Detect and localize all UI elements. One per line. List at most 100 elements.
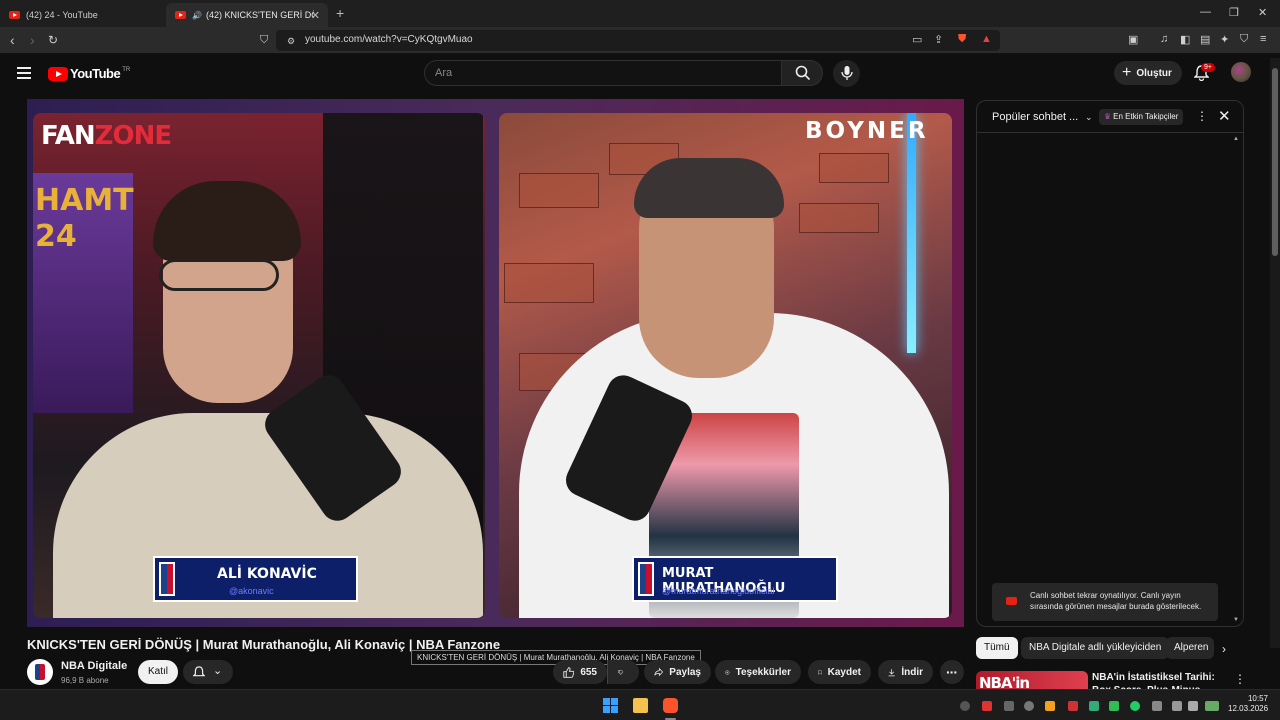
brave-shields-icon[interactable]: ⛊	[958, 33, 966, 46]
fanzone-logo-text: FAN	[41, 121, 96, 151]
download-label: İndir	[901, 666, 923, 678]
chevron-right-icon[interactable]: ›	[1222, 642, 1226, 656]
close-tab-icon[interactable]: ✕	[311, 9, 320, 22]
browser-tab-strip: (42) 24 - YouTube 🔊 (42) KNICKS'TEN GERİ…	[0, 0, 1280, 27]
guest-right-nametag: MURAT MURATHANOĞLU @muratmurathanogluoff…	[632, 556, 838, 602]
cast-icon[interactable]: ▭	[912, 33, 922, 46]
youtube-header: YouTube TR Ara + Oluştur 9+	[0, 55, 1280, 91]
media-icon[interactable]: ♫	[1160, 33, 1168, 45]
channel-avatar[interactable]	[27, 659, 53, 685]
back-icon[interactable]: ‹	[10, 32, 15, 48]
search-input[interactable]: Ara	[424, 60, 782, 86]
members-badge[interactable]: ♛ En Etkin Takipçiler	[1099, 109, 1184, 125]
wallet-icon[interactable]: ▤	[1200, 33, 1210, 46]
site-info-icon[interactable]: ⚙	[287, 36, 295, 47]
browser-tab-2[interactable]: 🔊 (42) KNICKS'TEN GERİ DÖNÜ ✕	[166, 3, 328, 27]
tray-app-icon[interactable]	[960, 701, 970, 711]
chip-all[interactable]: Tümü	[976, 637, 1018, 659]
search-button[interactable]	[781, 60, 823, 86]
more-options-icon[interactable]: ⋮	[1234, 672, 1246, 686]
tray-app-icon[interactable]	[982, 701, 992, 711]
save-button[interactable]: Kaydet	[808, 660, 871, 684]
page-scrollbar-thumb[interactable]	[1272, 68, 1278, 256]
like-button[interactable]: 655	[553, 660, 607, 684]
nba-logo-icon	[159, 562, 175, 596]
sidebar-icon[interactable]: ▣	[1128, 33, 1138, 46]
chip-from-uploader[interactable]: NBA Digitale adlı yükleyiciden	[1021, 637, 1170, 659]
volume-icon[interactable]	[1188, 701, 1198, 711]
guest-left-glasses	[159, 259, 279, 291]
join-button[interactable]: Katıl	[138, 660, 178, 684]
bookmark-icon[interactable]: ⛉	[260, 34, 268, 47]
video-player[interactable]: HAMT 24 ALİ KONAVİC @akonavic MURAT MURA…	[27, 99, 964, 627]
tray-app-icon[interactable]	[1024, 701, 1034, 711]
tab-label: (42) KNICKS'TEN GERİ DÖNÜ	[205, 10, 314, 20]
brick	[819, 153, 889, 183]
chip-alperen[interactable]: Alperen	[1166, 637, 1214, 659]
download-button[interactable]: İndir	[878, 660, 933, 684]
taskbar-clock[interactable]: 10:57 12.03.2026	[1228, 694, 1268, 714]
forward-icon[interactable]: ›	[30, 32, 35, 48]
bookmark-icon	[818, 669, 822, 675]
tray-app-icon[interactable]	[1068, 701, 1078, 711]
new-tab-icon[interactable]: +	[336, 5, 344, 21]
minimize-icon[interactable]: —	[1200, 6, 1211, 18]
thumbs-down-icon	[618, 669, 623, 675]
chevron-down-icon: ⌄	[213, 665, 223, 677]
share-button[interactable]: Paylaş	[644, 660, 711, 684]
menu-icon[interactable]: ≡	[1260, 33, 1266, 45]
url-text[interactable]: youtube.com/watch?v=CyKQtgvMuao	[305, 34, 473, 45]
chat-replay-notice: Canlı sohbet tekrar oynatılıyor. Canlı y…	[992, 583, 1218, 621]
voice-search-button[interactable]	[833, 60, 860, 87]
brave-browser-icon[interactable]	[663, 698, 678, 713]
youtube-icon	[1006, 597, 1017, 605]
hamburger-menu-icon[interactable]	[17, 67, 31, 82]
fanzone-logo-accent: ZONE	[94, 121, 172, 151]
dislike-button[interactable]	[607, 660, 639, 684]
tray-app-icon[interactable]	[1089, 701, 1099, 711]
brick	[504, 263, 594, 303]
more-actions-button[interactable]: ···	[940, 660, 964, 684]
windows-start-icon[interactable]	[603, 698, 618, 713]
vpn-icon[interactable]: ⛉	[1240, 33, 1248, 46]
guest-left-handle: @akonavic	[229, 586, 274, 596]
create-button[interactable]: + Oluştur	[1114, 61, 1182, 85]
microphone-tray-icon[interactable]	[1152, 701, 1162, 711]
download-icon	[888, 668, 895, 676]
more-options-icon[interactable]: ⋮	[1196, 109, 1208, 123]
restore-icon[interactable]: ❐	[1229, 6, 1239, 19]
chat-mode-dropdown[interactable]: Popüler sohbet ...	[992, 111, 1078, 123]
leo-ai-icon[interactable]: ✦	[1220, 33, 1229, 46]
speaker-icon[interactable]: 🔊	[192, 11, 202, 20]
share-icon[interactable]: ⇪	[934, 33, 943, 46]
network-icon[interactable]	[1172, 701, 1182, 711]
panel-icon[interactable]: ◧	[1180, 33, 1190, 46]
battery-icon[interactable]	[1205, 701, 1219, 711]
subscription-notifications-button[interactable]: ⌄	[183, 660, 233, 684]
scroll-down-icon[interactable]: ▼	[1233, 617, 1239, 623]
tray-app-icon[interactable]	[1130, 701, 1140, 711]
guest-right-handle: @muratmurathanogluofficial	[662, 586, 775, 596]
members-badge-label: En Etkin Takipçiler	[1113, 112, 1179, 121]
tray-app-icon[interactable]	[1109, 701, 1119, 711]
account-avatar[interactable]	[1231, 62, 1251, 82]
search-icon	[795, 65, 811, 81]
share-label: Paylaş	[669, 666, 701, 678]
channel-name[interactable]: NBA Digitale	[61, 660, 127, 672]
scroll-up-icon[interactable]: ▲	[1233, 136, 1239, 142]
browser-tab-1[interactable]: (42) 24 - YouTube	[0, 3, 166, 27]
chevron-down-icon[interactable]: ⌄	[1085, 112, 1093, 123]
close-chat-icon[interactable]: ✕	[1218, 107, 1231, 125]
video-left-panel: HAMT 24 ALİ KONAVİC @akonavic	[33, 113, 485, 618]
tab-label: (42) 24 - YouTube	[26, 10, 98, 20]
reload-icon[interactable]: ↻	[48, 33, 58, 47]
plus-icon: +	[1122, 64, 1132, 81]
youtube-logo[interactable]: YouTube TR	[48, 66, 130, 81]
thanks-button[interactable]: Teşekkürler	[715, 660, 801, 684]
tray-app-icon[interactable]	[1004, 701, 1014, 711]
brave-rewards-icon[interactable]: ▲	[981, 33, 992, 45]
close-window-icon[interactable]: ✕	[1258, 6, 1267, 19]
brick	[799, 203, 879, 233]
tray-app-icon[interactable]	[1045, 701, 1055, 711]
file-explorer-icon[interactable]	[633, 698, 648, 713]
